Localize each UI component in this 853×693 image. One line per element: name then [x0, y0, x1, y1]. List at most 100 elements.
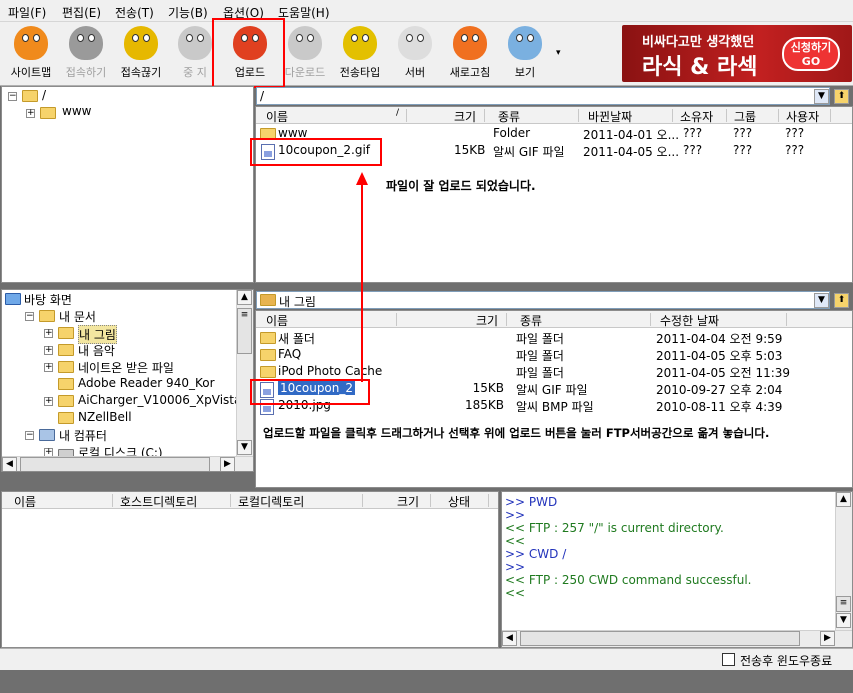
- disconnect-label: 접속끊기: [120, 66, 162, 79]
- col-group[interactable]: 그룹: [734, 108, 756, 125]
- transfer-type-button[interactable]: 전송타입: [331, 26, 389, 82]
- local-tree-item[interactable]: NZellBell: [78, 410, 132, 424]
- log-line: >> CWD /: [505, 547, 567, 561]
- local-tree-item[interactable]: 내 컴퓨터: [59, 427, 107, 444]
- remote-path-field[interactable]: /: [256, 87, 830, 105]
- drag-arrow: [356, 172, 368, 382]
- log-vscrollbar[interactable]: ▲ ≡ ▼: [835, 492, 852, 630]
- tree-collapse-icon[interactable]: −: [25, 312, 34, 321]
- local-file-row[interactable]: 새 폴더 파일 폴더 2011-04-04 오전 9:59: [256, 330, 852, 347]
- local-up-folder-icon[interactable]: ⬆: [834, 293, 849, 308]
- scroll-thumb[interactable]: ≡: [836, 596, 851, 612]
- scroll-thumb[interactable]: ≡: [237, 308, 252, 354]
- scroll-thumb[interactable]: [20, 457, 210, 471]
- col-name[interactable]: 이름: [14, 493, 36, 510]
- scroll-down-icon[interactable]: ▼: [836, 613, 851, 628]
- local-tree-vscrollbar[interactable]: ▲ ≡ ▼: [236, 290, 253, 456]
- col-host-dir[interactable]: 호스트디렉토리: [120, 493, 197, 510]
- connect-label: 접속하기: [65, 66, 107, 79]
- ad-apply-button[interactable]: 신청하기 GO: [782, 37, 840, 71]
- local-path-field[interactable]: 내 그림: [256, 291, 830, 309]
- tree-expand-icon[interactable]: +: [26, 109, 35, 118]
- remote-tree-item-www[interactable]: www: [62, 104, 91, 118]
- folder-icon: [58, 344, 74, 356]
- col-user[interactable]: 사용자: [786, 108, 819, 125]
- folder-icon: [58, 361, 74, 373]
- local-tree-item[interactable]: 바탕 화면: [24, 291, 72, 308]
- tree-collapse-icon[interactable]: −: [8, 92, 17, 101]
- remote-column-header: 이름 / 크기 종류 바뀐날짜 소유자 그룹 사용자: [256, 107, 852, 124]
- menu-function[interactable]: 기능(B): [168, 4, 208, 21]
- folder-icon: [58, 327, 74, 339]
- close-after-transfer-checkbox[interactable]: [722, 653, 735, 666]
- log-line: >>: [505, 560, 526, 574]
- col-date[interactable]: 바뀐날짜: [588, 108, 632, 125]
- ad-banner[interactable]: 비싸다고만 생각했던 라식 & 라섹 신청하기 GO: [622, 25, 852, 82]
- close-after-transfer-label: 전송후 윈도우종료: [740, 654, 833, 668]
- folder-icon: [58, 412, 74, 424]
- col-name[interactable]: 이름: [266, 312, 288, 329]
- menu-help[interactable]: 도움말(H): [278, 4, 330, 21]
- menu-transfer[interactable]: 전송(T): [115, 4, 154, 21]
- local-tree-panel: 바탕 화면 − 내 문서 + 내 그림 + 내 음악 + 네이트온 받은 파일 Adobe Rea…: [1, 289, 254, 472]
- local-tree-item[interactable]: Adobe Reader 940_Kor: [78, 376, 215, 390]
- uploaded-file-highlight-box: [250, 138, 382, 166]
- transfer-type-icon: [343, 26, 377, 60]
- remote-tree-root[interactable]: /: [42, 88, 46, 102]
- disconnect-button[interactable]: 접속끊기: [112, 26, 170, 82]
- local-tree-item[interactable]: AiCharger_V10006_XpVistaWin7: [78, 393, 253, 407]
- local-file-row[interactable]: FAQ 파일 폴더 2011-04-05 오후 5:03: [256, 347, 852, 364]
- scroll-left-icon[interactable]: ◀: [502, 631, 517, 646]
- log-hscrollbar[interactable]: ◀ ▶: [502, 630, 852, 647]
- scroll-thumb[interactable]: [520, 631, 800, 646]
- remote-up-folder-icon[interactable]: ⬆: [834, 89, 849, 104]
- scroll-up-icon[interactable]: ▲: [836, 492, 851, 507]
- col-size[interactable]: 크기: [476, 312, 498, 329]
- desktop-icon: [5, 293, 21, 305]
- source-file-highlight-box: [250, 379, 370, 405]
- folder-icon: [58, 395, 74, 407]
- tree-expand-icon[interactable]: +: [44, 329, 53, 338]
- col-type[interactable]: 종류: [520, 312, 542, 329]
- menu-file[interactable]: 파일(F): [8, 4, 46, 21]
- scroll-up-icon[interactable]: ▲: [237, 290, 252, 305]
- remote-path-dropdown-icon[interactable]: ▼: [814, 89, 829, 104]
- col-local-dir[interactable]: 로컬디렉토리: [238, 493, 304, 510]
- refresh-label: 새로고침: [449, 66, 491, 79]
- tree-expand-icon[interactable]: +: [44, 363, 53, 372]
- upload-highlight-box: [212, 18, 285, 88]
- col-name[interactable]: 이름: [266, 108, 288, 125]
- sitemap-button[interactable]: 사이트맵: [2, 26, 60, 82]
- local-tree-hscrollbar[interactable]: ◀ ▶: [2, 456, 253, 471]
- tree-expand-icon[interactable]: +: [44, 346, 53, 355]
- col-modified[interactable]: 수정한 날짜: [660, 312, 719, 329]
- local-tree-item[interactable]: 내 문서: [59, 308, 96, 325]
- scroll-left-icon[interactable]: ◀: [2, 457, 17, 471]
- col-type[interactable]: 종류: [498, 108, 520, 125]
- tree-collapse-icon[interactable]: −: [25, 431, 34, 440]
- menu-edit[interactable]: 편집(E): [62, 4, 101, 21]
- refresh-button[interactable]: 새로고침: [441, 26, 499, 82]
- log-line: >>: [505, 508, 526, 522]
- col-owner[interactable]: 소유자: [680, 108, 713, 125]
- local-tree-item[interactable]: 네이트온 받은 파일: [78, 359, 174, 376]
- connect-button[interactable]: 접속하기: [57, 26, 115, 82]
- folder-icon: [260, 349, 276, 361]
- local-path-dropdown-icon[interactable]: ▼: [814, 293, 829, 308]
- scroll-right-icon[interactable]: ▶: [220, 457, 235, 471]
- folder-icon: [22, 90, 38, 102]
- scroll-right-icon[interactable]: ▶: [820, 631, 835, 646]
- local-tree-item[interactable]: 내 음악: [78, 342, 115, 359]
- col-size[interactable]: 크기: [397, 493, 419, 510]
- col-size[interactable]: 크기: [454, 108, 476, 125]
- col-status[interactable]: 상태: [448, 493, 470, 510]
- stop-icon: [178, 26, 212, 60]
- toolbar-more-icon[interactable]: ▾: [556, 48, 561, 58]
- sort-icon: /: [396, 108, 400, 118]
- disconnect-icon: [124, 26, 158, 60]
- server-button[interactable]: 서버: [386, 26, 444, 82]
- ad-line2: 라식 & 라섹: [642, 55, 758, 80]
- view-button[interactable]: 보기: [496, 26, 554, 82]
- scroll-down-icon[interactable]: ▼: [237, 440, 252, 455]
- tree-expand-icon[interactable]: +: [44, 397, 53, 406]
